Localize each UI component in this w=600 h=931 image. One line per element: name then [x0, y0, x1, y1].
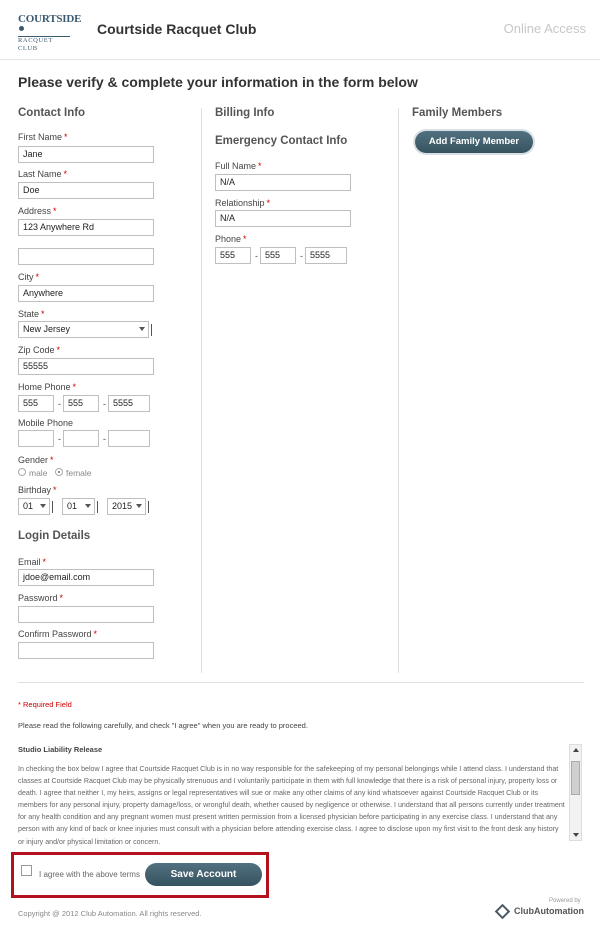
mobile-phone-area-input[interactable]: [18, 430, 54, 447]
password-label: Password *: [18, 593, 64, 603]
password-input[interactable]: [18, 606, 154, 623]
header: COURTSIDE RACQUET CLUB Courtside Racquet…: [0, 0, 600, 60]
release-scrollbar[interactable]: [569, 744, 582, 841]
home-phone-label: Home Phone *: [18, 382, 77, 392]
section-divider: [18, 682, 584, 683]
club-automation-brand: ClubAutomation: [514, 906, 584, 916]
confirm-password-label: Confirm Password *: [18, 629, 98, 639]
birthday-day-select[interactable]: 01: [62, 498, 98, 515]
powered-by-label: Powered by: [549, 898, 581, 904]
emergency-relationship-input[interactable]: N/A: [215, 210, 351, 227]
scroll-down-icon[interactable]: [573, 833, 579, 837]
column-divider: [398, 108, 399, 673]
last-name-label: Last Name *: [18, 169, 68, 179]
emergency-full-name-label: Full Name *: [215, 161, 262, 171]
first-name-label: First Name *: [18, 132, 68, 142]
city-label: City *: [18, 272, 40, 282]
logo-dot-icon: [19, 26, 24, 31]
confirm-password-input[interactable]: [18, 642, 154, 659]
zip-input[interactable]: 55555: [18, 358, 154, 375]
header-divider: [0, 59, 600, 60]
home-phone-prefix-input[interactable]: 555: [63, 395, 99, 412]
address-label: Address *: [18, 206, 57, 216]
column-divider: [201, 108, 202, 673]
city-input[interactable]: Anywhere: [18, 285, 154, 302]
gender-label: Gender *: [18, 455, 54, 465]
required-field-note: * Required Field: [18, 700, 72, 709]
gender-female-radio[interactable]: [55, 468, 63, 476]
emergency-relationship-label: Relationship *: [215, 198, 271, 208]
family-members-title: Family Members: [412, 107, 503, 119]
logo-line2: RACQUET CLUB: [18, 36, 70, 53]
emergency-phone-prefix-input[interactable]: 555: [260, 247, 296, 264]
mobile-phone-prefix-input[interactable]: [63, 430, 99, 447]
emergency-phone-label: Phone *: [215, 234, 247, 244]
diamond-logo-icon: [494, 903, 511, 920]
email-input[interactable]: jdoe@email.com: [18, 569, 154, 586]
release-text: In checking the box below I agree that C…: [18, 765, 565, 846]
phone-dash: -: [58, 399, 61, 409]
copyright-text: Copyright @ 2012 Club Automation. All ri…: [18, 909, 202, 918]
scroll-up-icon[interactable]: [573, 748, 579, 752]
logo-line1: COURTSIDE: [18, 13, 82, 25]
email-label: Email *: [18, 557, 47, 567]
state-value: New Jersey: [23, 324, 71, 334]
save-account-button[interactable]: Save Account: [145, 863, 262, 886]
login-details-title: Login Details: [18, 530, 91, 542]
birthday-day-value: 01: [67, 501, 78, 511]
birthday-label: Birthday *: [18, 485, 57, 495]
gender-male-radio[interactable]: [18, 468, 26, 476]
emergency-phone-area-input[interactable]: 555: [215, 247, 251, 264]
phone-dash: -: [300, 251, 303, 261]
chevron-down-icon: [85, 504, 91, 508]
emergency-contact-title: Emergency Contact Info: [215, 135, 348, 147]
zip-label: Zip Code *: [18, 345, 61, 355]
release-title: Studio Liability Release: [18, 745, 103, 754]
chevron-down-icon: [139, 327, 145, 331]
home-phone-area-input[interactable]: 555: [18, 395, 54, 412]
birthday-month-value: 01: [23, 501, 34, 511]
phone-dash: -: [255, 251, 258, 261]
phone-dash: -: [103, 434, 106, 444]
last-name-input[interactable]: Doe: [18, 182, 154, 199]
gender-female-label: female: [66, 468, 92, 478]
phone-dash: -: [103, 399, 106, 409]
read-instructions: Please read the following carefully, and…: [18, 721, 308, 730]
online-access-label: Online Access: [503, 21, 586, 36]
agree-checkbox[interactable]: [21, 865, 32, 876]
state-label: State *: [18, 309, 45, 319]
club-name: Courtside Racquet Club: [97, 21, 257, 37]
mobile-phone-label: Mobile Phone: [18, 418, 74, 428]
contact-info-title: Contact Info: [18, 107, 86, 119]
home-phone-line-input[interactable]: 5555: [108, 395, 150, 412]
club-logo[interactable]: COURTSIDE RACQUET CLUB: [18, 13, 82, 52]
gender-male-label: male: [29, 468, 48, 478]
chevron-down-icon: [40, 504, 46, 508]
mobile-phone-line-input[interactable]: [108, 430, 150, 447]
page-title: Please verify & complete your informatio…: [18, 74, 418, 90]
birthday-year-select[interactable]: 2015: [107, 498, 149, 515]
agree-label: I agree with the above terms: [39, 870, 140, 879]
first-name-input[interactable]: Jane: [18, 146, 154, 163]
address-line1-input[interactable]: 123 Anywhere Rd: [18, 219, 154, 236]
chevron-down-icon: [136, 504, 142, 508]
scroll-thumb[interactable]: [571, 761, 580, 795]
emergency-full-name-input[interactable]: N/A: [215, 174, 351, 191]
add-family-member-button[interactable]: Add Family Member: [415, 131, 533, 153]
phone-dash: -: [58, 434, 61, 444]
club-automation-logo[interactable]: ClubAutomation: [494, 903, 587, 920]
birthday-month-select[interactable]: 01: [18, 498, 53, 515]
billing-info-title: Billing Info: [215, 107, 275, 119]
address-line2-input[interactable]: [18, 248, 154, 265]
birthday-year-value: 2015: [112, 501, 133, 511]
state-select[interactable]: New Jersey: [18, 321, 152, 338]
emergency-phone-line-input[interactable]: 5555: [305, 247, 347, 264]
